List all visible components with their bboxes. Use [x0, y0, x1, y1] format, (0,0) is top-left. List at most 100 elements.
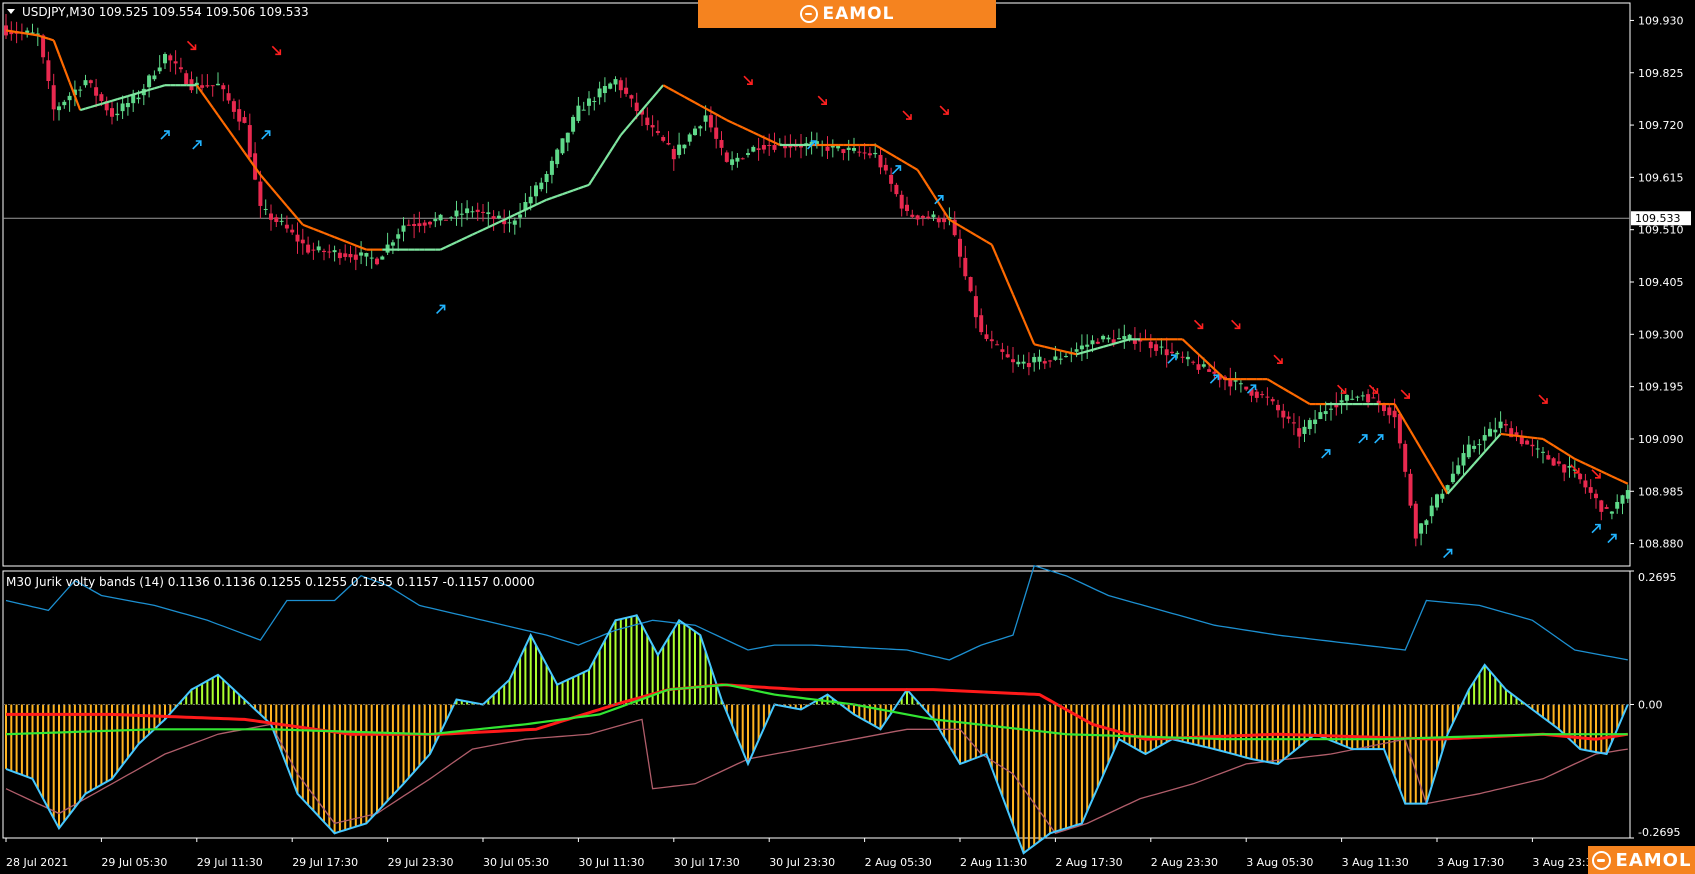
trend-line-segment [11, 30, 17, 34]
price-tick-label: 109.405 [1638, 276, 1684, 289]
candle-body [1424, 520, 1429, 525]
time-tick-label: 30 Jul 23:30 [769, 856, 835, 869]
indicator-panel[interactable] [2, 564, 1631, 855]
candle-body [719, 140, 724, 148]
trend-line-segment [593, 167, 601, 178]
trend-line-segment [1055, 348, 1061, 352]
trend-line-segment [1060, 349, 1067, 353]
trend-line-segment [1584, 462, 1592, 468]
trend-line-segment [1081, 350, 1088, 354]
collapse-triangle-icon[interactable] [7, 9, 15, 14]
candle-body [1265, 396, 1270, 398]
candle-body [1556, 461, 1561, 464]
candle-body [274, 217, 279, 222]
brand-badge-bottom[interactable]: EAMOL [1588, 846, 1695, 874]
trend-line-segment [450, 241, 457, 246]
candle-body [1360, 395, 1365, 397]
candle-body [746, 153, 750, 155]
trend-line-segment [1622, 480, 1629, 485]
candle-body [1503, 424, 1508, 426]
candle-body [1281, 410, 1286, 418]
candle-body [438, 214, 443, 221]
candle-body [449, 217, 454, 219]
trend-line-segment [275, 192, 283, 201]
candle-body [1026, 362, 1031, 368]
candle-body [963, 257, 968, 277]
trend-line-segment [726, 119, 733, 124]
trend-line-segment [116, 96, 123, 101]
trend-line-segment [1595, 467, 1602, 473]
candle-body [889, 174, 894, 184]
candle-body [1493, 429, 1498, 433]
trend-line-segment [1489, 439, 1497, 447]
buy-arrow-icon [1607, 533, 1617, 544]
trend-line-segment [206, 99, 214, 109]
trend-line-segment [90, 104, 97, 109]
candle-body [1021, 361, 1026, 364]
trend-line-segment [466, 233, 473, 239]
candle-body [1541, 451, 1545, 453]
trend-line-segment [307, 225, 314, 230]
trend-line-segment [291, 211, 299, 220]
candle-body [931, 214, 936, 218]
trend-line-segment [937, 202, 946, 213]
sell-arrow-icon [1231, 319, 1241, 330]
trend-line-segment [752, 131, 760, 137]
trend-line-segment [48, 37, 55, 42]
trend-line-segment [1511, 434, 1517, 437]
candle-body [899, 194, 904, 209]
trend-line-segment [1113, 341, 1120, 345]
trend-line-segment [259, 174, 267, 182]
candle-body [1620, 495, 1625, 504]
buy-arrow-icon [1358, 434, 1368, 444]
candle-body [1318, 412, 1323, 420]
candle-body [740, 158, 745, 160]
candle-body [496, 215, 501, 219]
trend-line-segment [1181, 338, 1189, 346]
brand-banner-top[interactable]: EAMOL [698, 0, 996, 28]
candle-body [1079, 345, 1084, 350]
candle-body [168, 55, 173, 61]
trend-line-segment [720, 116, 728, 122]
candle-body [1403, 443, 1408, 472]
trend-line-segment [1006, 281, 1015, 295]
brand-logo-icon [1591, 850, 1611, 870]
trend-line-segment [143, 88, 150, 93]
sell-arrow-icon [1193, 319, 1204, 330]
trend-line-segment [667, 87, 675, 92]
trend-line-segment [715, 113, 723, 119]
candle-body [677, 144, 682, 155]
candle-body [989, 339, 994, 342]
trend-line-segment [487, 223, 495, 229]
trend-line-segment [1457, 475, 1465, 483]
sell-arrow-icon [1538, 394, 1548, 404]
candle-body [756, 148, 761, 150]
candle-body [337, 252, 342, 259]
trend-line-segment [1537, 437, 1544, 441]
brand-text: EAMOL [822, 4, 895, 24]
trend-line-segment [1532, 436, 1538, 440]
price-panel[interactable] [2, 2, 1631, 567]
trend-line-segment [350, 242, 357, 247]
trend-line-segment [583, 183, 590, 188]
sell-arrow-icon [939, 105, 949, 115]
candle-body [655, 131, 660, 133]
candle-body [958, 238, 962, 257]
candle-body [1191, 361, 1196, 363]
candle-body [857, 151, 862, 153]
candle-body [714, 127, 719, 139]
candle-body [1323, 411, 1328, 415]
trend-line-segment [540, 198, 548, 204]
candle-body [576, 105, 581, 121]
candle-body [115, 113, 120, 116]
candle-body [1625, 490, 1630, 499]
time-tick-label: 30 Jul 11:30 [578, 856, 644, 869]
buy-arrow-icon [261, 130, 271, 140]
trend-line-segment [509, 213, 516, 219]
candle-body [1419, 523, 1424, 534]
trend-line-segment [264, 180, 272, 189]
candle-body [57, 106, 61, 111]
candle-body [682, 144, 687, 149]
candle-body [1562, 464, 1567, 473]
candle-body [1350, 398, 1355, 400]
